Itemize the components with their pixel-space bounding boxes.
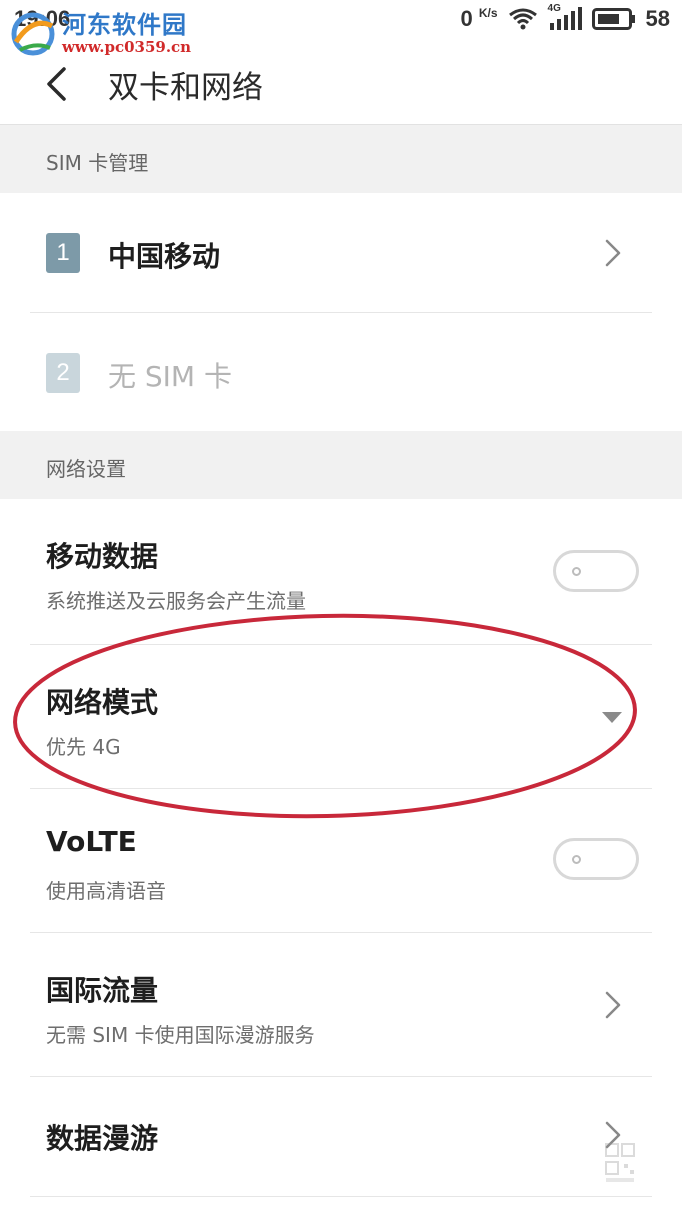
- setting-title: VoLTE: [46, 825, 137, 858]
- chevron-right-icon: [605, 239, 621, 267]
- sim-1-label: 中国移动: [108, 240, 221, 273]
- sim-2-slot-number: 2: [56, 359, 70, 386]
- chevron-right-icon: [605, 991, 621, 1019]
- sim-2-label: 无 SIM 卡: [108, 360, 232, 393]
- toggle-knob: [572, 855, 581, 864]
- sim-slot-2-row: 2 无 SIM 卡: [0, 313, 682, 431]
- divider: [30, 1196, 652, 1197]
- dropdown-caret-icon[interactable]: [602, 712, 622, 723]
- setting-volte[interactable]: VoLTE 使用高清语音: [0, 789, 682, 932]
- setting-network-mode[interactable]: 网络模式 优先 4G: [0, 645, 682, 788]
- section-title-network: 网络设置: [46, 457, 126, 481]
- setting-title: 网络模式: [46, 686, 159, 719]
- toggle-knob: [572, 567, 581, 576]
- net-speed: 0 K/s: [460, 6, 497, 32]
- sim-slot-1-row[interactable]: 1 中国移动: [0, 193, 682, 313]
- setting-subtitle: 使用高清语音: [46, 879, 166, 903]
- chevron-left-icon: [47, 67, 66, 101]
- net-speed-unit: K/s: [478, 6, 498, 20]
- status-icons: 0 K/s 4G 58: [460, 3, 670, 32]
- net-speed-value: 0: [460, 6, 473, 31]
- wifi-icon: [508, 8, 537, 30]
- battery-icon: [591, 8, 635, 30]
- setting-title: 国际流量: [46, 974, 159, 1007]
- mobile-data-toggle[interactable]: [553, 550, 639, 592]
- app-header: 双卡和网络: [0, 42, 682, 125]
- back-button[interactable]: [36, 64, 76, 104]
- sim-1-icon: 1: [46, 233, 80, 273]
- qr-mark-icon: [605, 1143, 635, 1182]
- setting-subtitle: 系统推送及云服务会产生流量: [46, 589, 306, 613]
- setting-subtitle: 无需 SIM 卡使用国际漫游服务: [46, 1023, 315, 1047]
- setting-mobile-data[interactable]: 移动数据 系统推送及云服务会产生流量: [0, 499, 682, 644]
- battery-level: 58: [645, 6, 670, 31]
- section-header-network: 网络设置: [0, 431, 682, 499]
- page-title: 双卡和网络: [108, 70, 263, 106]
- section-header-sim: SIM 卡管理: [0, 125, 682, 193]
- cellular-signal-icon: 4G: [548, 3, 582, 31]
- setting-title: 数据漫游: [46, 1122, 159, 1155]
- sim-1-slot-number: 1: [56, 239, 70, 266]
- volte-toggle[interactable]: [553, 838, 639, 880]
- setting-subtitle: 优先 4G: [46, 735, 121, 759]
- watermark-site-name: 河东软件园: [62, 10, 187, 39]
- section-title-sim: SIM 卡管理: [46, 151, 149, 175]
- sim-2-icon: 2: [46, 353, 80, 393]
- setting-international-traffic[interactable]: 国际流量 无需 SIM 卡使用国际漫游服务: [0, 933, 682, 1076]
- setting-title: 移动数据: [46, 540, 159, 573]
- setting-data-roaming[interactable]: 数据漫游: [0, 1077, 682, 1197]
